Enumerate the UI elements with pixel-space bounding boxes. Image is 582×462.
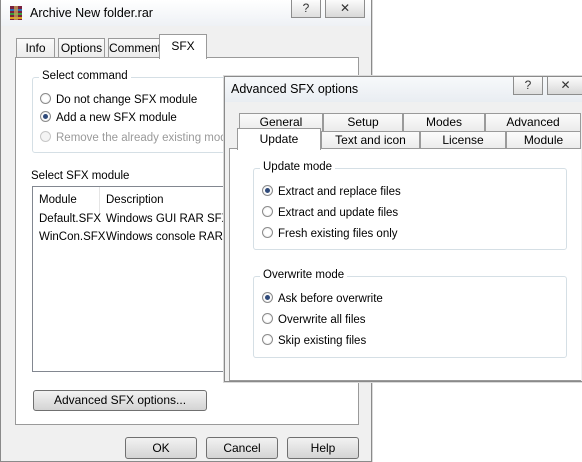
- cancel-button[interactable]: Cancel: [206, 437, 278, 459]
- help-button[interactable]: Help: [287, 437, 359, 459]
- module-name: Default.SFX: [39, 213, 101, 225]
- archive-window-title: Archive New folder.rar: [30, 6, 153, 20]
- advanced-titlebar[interactable]: Advanced SFX options ? ✕: [225, 77, 582, 102]
- winrar-archive-icon: [8, 5, 24, 24]
- module-name: WinCon.SFX: [39, 231, 106, 243]
- radio-add-new-sfx[interactable]: Add a new SFX module: [40, 111, 177, 127]
- tab-module[interactable]: Module: [506, 131, 581, 149]
- close-icon: ✕: [339, 1, 351, 15]
- radio-overwrite-all[interactable]: Overwrite all files: [262, 313, 366, 329]
- close-icon: ✕: [560, 78, 571, 92]
- radio-label: Ask before overwrite: [278, 293, 383, 305]
- tab-license[interactable]: License: [420, 131, 506, 149]
- radio-button: [262, 313, 273, 324]
- radio-button: [40, 111, 51, 122]
- radio-do-not-change[interactable]: Do not change SFX module: [40, 93, 197, 109]
- module-description: Windows GUI RAR SFX: [106, 213, 230, 225]
- tab-text-and-icon[interactable]: Text and icon: [321, 131, 420, 149]
- radio-button: [262, 292, 273, 303]
- radio-extract-and-update[interactable]: Extract and update files: [262, 206, 398, 222]
- tab-modes[interactable]: Modes: [403, 113, 485, 131]
- advanced-sfx-dialog: Advanced SFX options ? ✕ General Setup M…: [224, 76, 582, 382]
- radio-label: Skip existing files: [278, 335, 367, 347]
- tab-label: Comment: [109, 41, 162, 55]
- tab-setup[interactable]: Setup: [323, 113, 403, 131]
- tab-update[interactable]: Update: [237, 128, 321, 150]
- radio-label: Extract and update files: [278, 207, 399, 219]
- radio-button: [262, 227, 273, 238]
- radio-label: Overwrite all files: [278, 314, 366, 326]
- ok-button[interactable]: OK: [125, 437, 197, 459]
- overwrite-mode-legend: Overwrite mode: [260, 269, 348, 281]
- radio-label: Remove the already existing module: [56, 132, 243, 144]
- advanced-sfx-options-button[interactable]: Advanced SFX options...: [33, 390, 207, 411]
- radio-extract-and-replace[interactable]: Extract and replace files: [262, 185, 401, 201]
- tab-info[interactable]: Info: [16, 38, 55, 58]
- tab-label: Options: [60, 41, 103, 55]
- advanced-window-title: Advanced SFX options: [231, 82, 359, 96]
- tab-options[interactable]: Options: [58, 38, 105, 58]
- radio-button: [40, 131, 51, 142]
- tab-advanced[interactable]: Advanced: [485, 113, 581, 131]
- select-sfx-module-label: Select SFX module: [31, 170, 130, 182]
- question-icon: ?: [302, 1, 310, 15]
- radio-label: Fresh existing files only: [278, 228, 398, 240]
- close-title-button[interactable]: ✕: [547, 77, 582, 95]
- tab-comment[interactable]: Comment: [108, 38, 162, 58]
- help-title-button[interactable]: ?: [291, 0, 321, 18]
- question-icon: ?: [524, 78, 532, 92]
- radio-button: [262, 334, 273, 345]
- column-header-module[interactable]: Module: [33, 187, 100, 213]
- radio-label: Extract and replace files: [278, 186, 401, 198]
- radio-fresh-existing[interactable]: Fresh existing files only: [262, 227, 398, 243]
- radio-label: Add a new SFX module: [56, 112, 177, 124]
- tab-label: Info: [25, 41, 46, 55]
- radio-remove-existing: Remove the already existing module: [40, 131, 242, 147]
- update-panel: Update mode Extract and replace files Ex…: [229, 148, 581, 381]
- radio-button: [262, 206, 273, 217]
- radio-button: [40, 93, 51, 104]
- select-command-legend: Select command: [39, 70, 131, 82]
- tab-label: SFX: [171, 39, 195, 53]
- radio-skip-existing[interactable]: Skip existing files: [262, 334, 366, 350]
- tab-sfx[interactable]: SFX: [159, 34, 207, 59]
- help-title-button[interactable]: ?: [513, 77, 543, 95]
- archive-titlebar[interactable]: Archive New folder.rar ? ✕: [1, 0, 371, 26]
- radio-button: [262, 185, 273, 196]
- close-title-button[interactable]: ✕: [325, 0, 365, 18]
- radio-label: Do not change SFX module: [56, 94, 198, 106]
- radio-ask-before-overwrite[interactable]: Ask before overwrite: [262, 292, 383, 308]
- update-mode-legend: Update mode: [260, 161, 336, 173]
